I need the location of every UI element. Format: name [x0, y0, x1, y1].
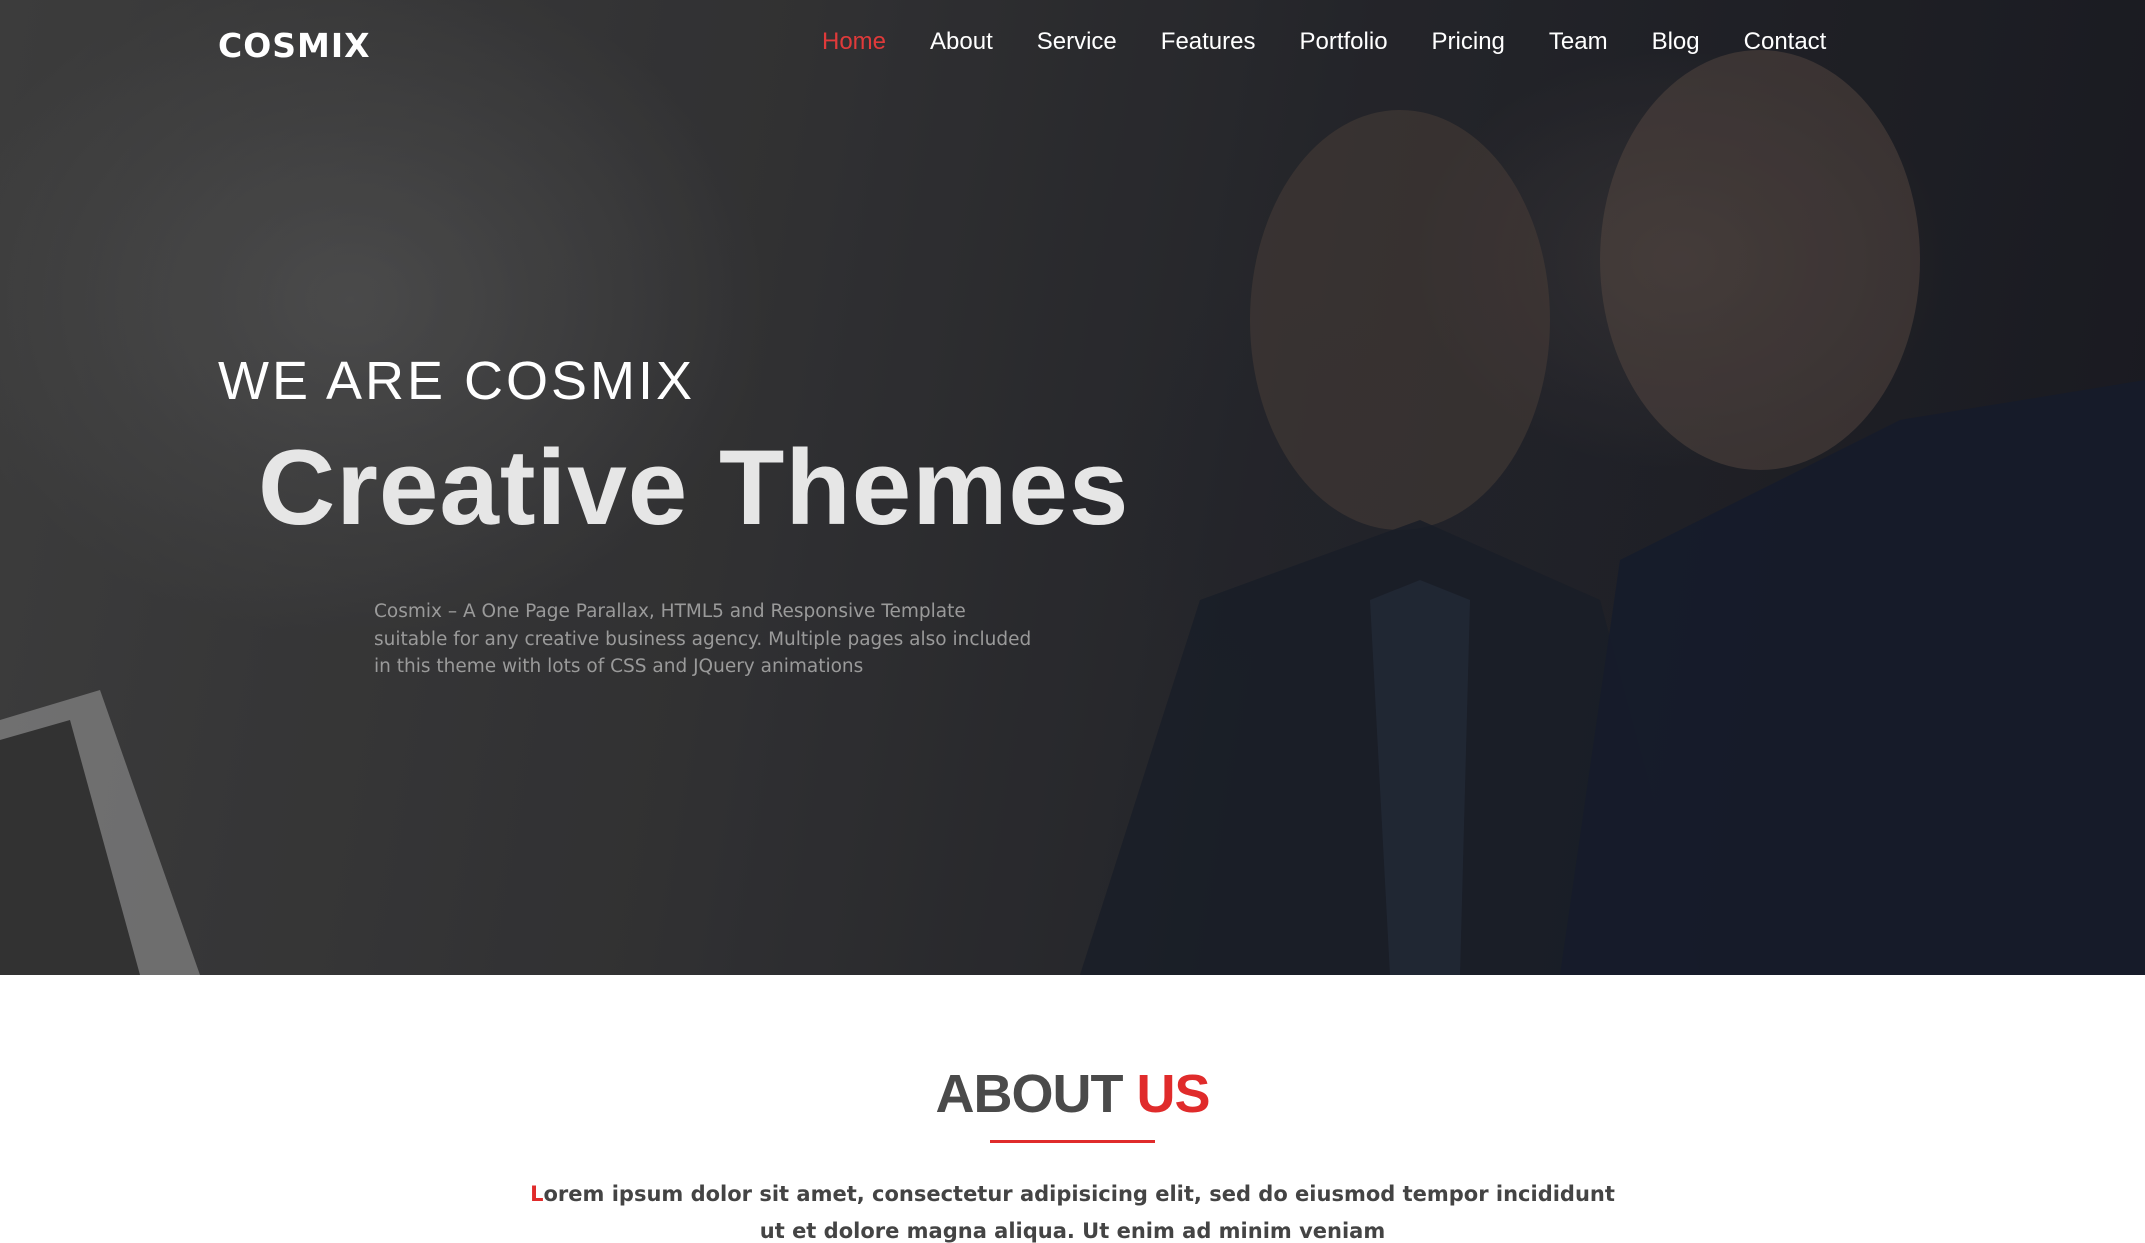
about-text: Lorem ipsum dolor sit amet, consectetur … [530, 1176, 1615, 1243]
nav-service[interactable]: Service [1015, 28, 1139, 56]
nav-blog[interactable]: Blog [1630, 28, 1722, 56]
hero-eyebrow: WE ARE COSMIX [218, 351, 696, 411]
nav-contact[interactable]: Contact [1722, 28, 1849, 56]
about-heading: ABOUT US [0, 1063, 2145, 1125]
about-heading-main: ABOUT [935, 1064, 1123, 1124]
about-divider [990, 1140, 1155, 1143]
nav-pricing[interactable]: Pricing [1410, 28, 1527, 56]
hero-section: COSMIX Home About Service Features Portf… [0, 0, 2145, 975]
site-logo[interactable]: COSMIX [218, 26, 371, 65]
hero-title: Creative Themes [258, 427, 1130, 547]
about-text-body: orem ipsum dolor sit amet, consectetur a… [543, 1182, 1615, 1243]
nav-features[interactable]: Features [1139, 28, 1278, 56]
about-text-initial: L [530, 1182, 544, 1206]
hero-description: Cosmix – A One Page Parallax, HTML5 and … [374, 601, 1032, 677]
nav-home[interactable]: Home [800, 28, 908, 56]
nav-team[interactable]: Team [1527, 28, 1630, 56]
nav-about[interactable]: About [908, 28, 1015, 56]
main-navigation: Home About Service Features Portfolio Pr… [800, 28, 1848, 56]
about-heading-accent: US [1136, 1064, 1210, 1124]
nav-portfolio[interactable]: Portfolio [1278, 28, 1410, 56]
